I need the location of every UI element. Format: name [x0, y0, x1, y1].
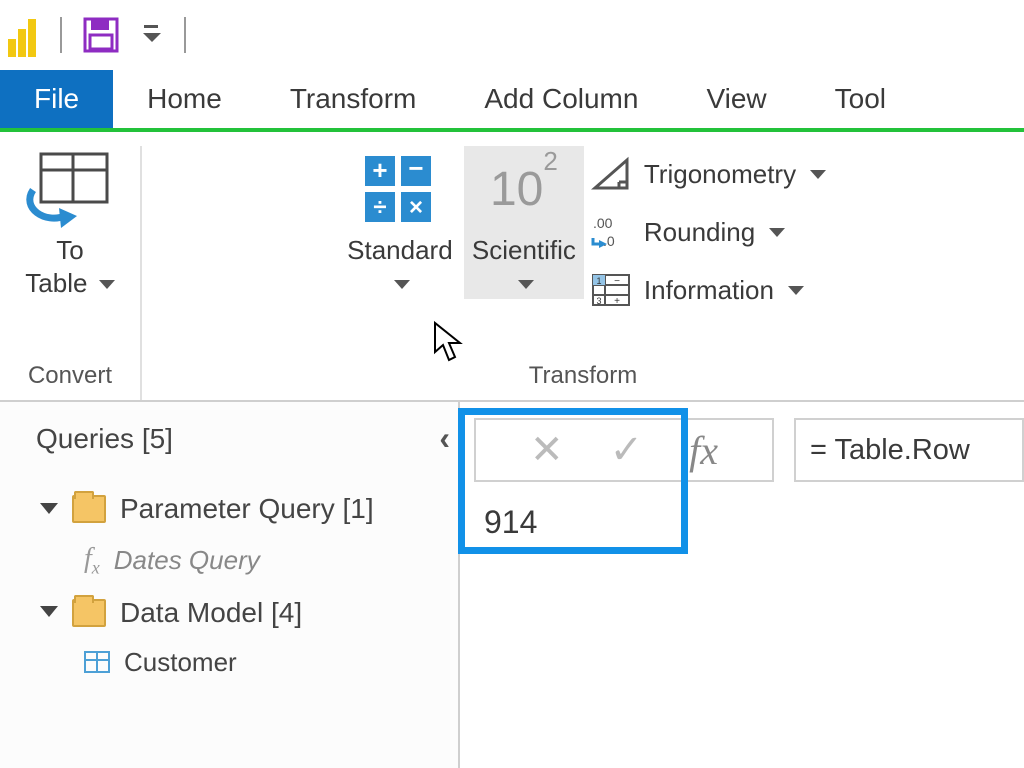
- folder-icon: [72, 495, 106, 523]
- main-area: ✕ ✓ fx = Table.Row 914: [460, 402, 1024, 768]
- ribbon-tabs: File Home Transform Add Column View Tool: [0, 70, 1024, 132]
- customer-label: Customer: [124, 647, 237, 678]
- fx-icon[interactable]: fx: [689, 427, 718, 474]
- dates-query-label: Dates Query: [114, 545, 260, 576]
- svg-text:−: −: [614, 276, 620, 287]
- to-table-button[interactable]: To Table: [10, 146, 130, 299]
- svg-text:.0: .0: [603, 233, 615, 249]
- fx-icon: fx: [84, 543, 100, 579]
- query-group-data-model[interactable]: Data Model [4]: [40, 597, 450, 629]
- tab-view[interactable]: View: [672, 70, 800, 128]
- formula-bar-controls: ✕ ✓ fx: [474, 418, 774, 482]
- group-label-transform: Transform: [529, 362, 637, 390]
- query-group-parameter[interactable]: Parameter Query [1]: [40, 493, 450, 525]
- formula-bar: ✕ ✓ fx = Table.Row: [474, 418, 1024, 482]
- tab-transform[interactable]: Transform: [256, 70, 451, 128]
- standard-button[interactable]: + − ÷ × Standard: [340, 146, 460, 299]
- standard-icon: + − ÷ ×: [355, 148, 445, 230]
- collapse-queries-chevron-icon[interactable]: ‹: [439, 420, 450, 457]
- rounding-label: Rounding: [644, 217, 755, 248]
- ribbon-group-convert: To Table Convert: [0, 146, 142, 400]
- information-icon: 1 3 − +: [588, 270, 634, 310]
- tab-home[interactable]: Home: [113, 70, 256, 128]
- transform-small-buttons: Trigonometry .00 .0 Rounding: [588, 146, 826, 312]
- formula-input[interactable]: = Table.Row: [794, 418, 1024, 482]
- scientific-label: Scientific: [472, 235, 576, 265]
- qat-separator: [60, 17, 62, 53]
- expander-icon: [40, 503, 58, 514]
- quick-access-toolbar: [0, 0, 1024, 70]
- svg-text:+: +: [372, 155, 387, 185]
- scientific-icon: 102: [479, 148, 569, 230]
- rounding-button[interactable]: .00 .0 Rounding: [588, 210, 826, 254]
- save-button[interactable]: [82, 16, 120, 54]
- tab-file[interactable]: File: [0, 70, 113, 128]
- to-table-icon: [25, 148, 115, 230]
- svg-text:3: 3: [596, 296, 601, 306]
- svg-text:÷: ÷: [373, 194, 386, 221]
- group-label-convert: Convert: [28, 362, 112, 390]
- save-icon: [83, 17, 119, 53]
- qat-separator-2: [184, 17, 186, 53]
- svg-text:−: −: [408, 153, 423, 183]
- table-icon: [84, 651, 110, 673]
- data-model-label: Data Model [4]: [120, 597, 302, 629]
- ribbon-group-transform: + − ÷ × Standard 102 S: [142, 146, 1024, 400]
- query-item-customer[interactable]: Customer: [84, 647, 450, 678]
- tab-add-column[interactable]: Add Column: [450, 70, 672, 128]
- formula-confirm-icon[interactable]: ✓: [610, 427, 644, 473]
- expander-icon: [40, 606, 58, 617]
- work-area: Queries [5] ‹ Parameter Query [1] fx Dat…: [0, 402, 1024, 768]
- svg-text:×: ×: [409, 194, 423, 221]
- qat-customize-dropdown[interactable]: [140, 17, 164, 53]
- parameter-group-label: Parameter Query [1]: [120, 493, 374, 525]
- result-value: 914: [474, 504, 1024, 541]
- svg-text:.00: .00: [593, 215, 613, 231]
- scientific-button[interactable]: 102 Scientific: [464, 146, 584, 299]
- trigonometry-icon: [588, 154, 634, 194]
- svg-text:+: +: [614, 296, 620, 307]
- queries-panel: Queries [5] ‹ Parameter Query [1] fx Dat…: [0, 402, 460, 768]
- svg-text:1: 1: [596, 276, 601, 286]
- rounding-icon: .00 .0: [588, 212, 634, 252]
- queries-header-label: Queries [5]: [36, 423, 173, 455]
- ribbon: To Table Convert + − ÷ ×: [0, 132, 1024, 402]
- app-logo-icon: [8, 13, 40, 57]
- information-label: Information: [644, 275, 774, 306]
- information-button[interactable]: 1 3 − + Information: [588, 268, 826, 312]
- trigonometry-button[interactable]: Trigonometry: [588, 152, 826, 196]
- to-table-label: To Table: [25, 235, 87, 298]
- standard-label: Standard: [347, 235, 453, 265]
- folder-icon: [72, 599, 106, 627]
- formula-cancel-icon[interactable]: ✕: [530, 427, 564, 473]
- trigonometry-label: Trigonometry: [644, 159, 796, 190]
- tab-tools[interactable]: Tool: [801, 70, 896, 128]
- query-item-dates[interactable]: fx Dates Query: [84, 543, 450, 579]
